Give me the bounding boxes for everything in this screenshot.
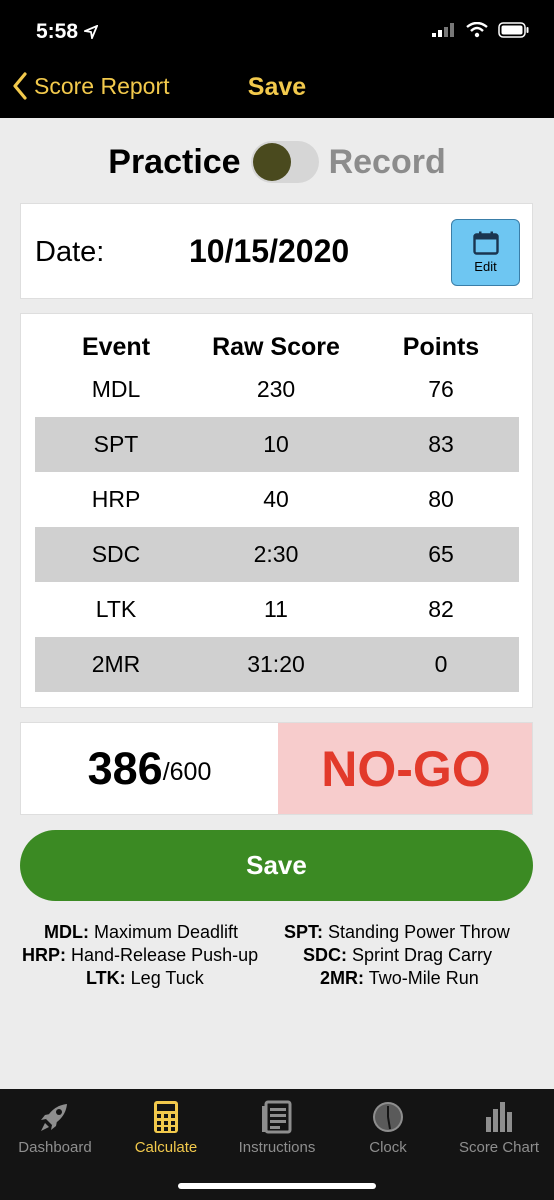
edit-label: Edit [474,259,497,274]
event-cell: HRP [91,486,141,512]
date-card: Date: 10/15/2020 Edit [20,203,533,299]
document-icon [262,1100,292,1134]
battery-icon [498,22,529,38]
points-cell: 80 [428,486,454,512]
raw-score-cell: 10 [263,431,289,457]
points-cell: 65 [428,541,454,567]
legend-name: Leg Tuck [130,968,204,988]
tab-label: Instructions [238,1139,316,1156]
signal-icon [432,23,454,37]
calculator-icon [154,1101,178,1133]
table-row[interactable]: LTK 11 82 [35,582,519,637]
nav-title[interactable]: Save [0,73,554,102]
tab-clock[interactable]: Clock [333,1099,443,1159]
practice-record-toggle[interactable] [250,141,319,183]
header-raw-score: Raw Score [212,332,340,361]
raw-score-cell: 31:20 [247,651,305,677]
record-label: Record [328,142,446,181]
total-card: 386 /600 NO-GO [20,722,533,815]
save-button[interactable]: Save [20,830,533,901]
header-points: Points [402,332,480,361]
legend-abbr: SPT: [284,922,324,942]
table-row[interactable]: 2MR 31:20 0 [35,637,519,692]
legend-abbr: LTK: [86,968,126,988]
legend-item: MDL: Maximum Deadlift [44,922,238,943]
tab-label: Score Chart [458,1139,540,1156]
date-label: Date: [35,236,105,268]
toggle-knob [252,143,291,181]
table-row[interactable]: MDL 230 76 [35,362,519,417]
legend-item: SPT: Standing Power Throw [284,922,510,943]
tab-instructions[interactable]: Instructions [222,1099,332,1159]
tab-dashboard[interactable]: Dashboard [0,1099,110,1159]
legend-abbr: MDL: [44,922,89,942]
event-cell: LTK [95,596,137,622]
table-row[interactable]: HRP 40 80 [35,472,519,527]
raw-score-cell: 230 [256,376,296,402]
score-table: Event Raw Score Points MDL 230 76 SPT 10… [20,313,533,708]
bar-chart-icon [486,1102,512,1132]
total-max: /600 [162,758,212,786]
mode-switch: Practice Record [0,138,554,186]
legend-item: 2MR: Two-Mile Run [320,968,479,989]
legend-abbr: 2MR: [320,968,364,988]
home-indicator[interactable] [178,1183,376,1189]
location-arrow-icon [84,25,99,39]
event-cell: SPT [93,431,139,457]
table-row[interactable]: SDC 2:30 65 [35,527,519,582]
raw-score-cell: 40 [263,486,289,512]
legend-name: Maximum Deadlift [94,922,239,942]
event-cell: SDC [91,541,141,567]
legend-item: LTK: Leg Tuck [86,968,204,989]
raw-score-cell: 11 [264,596,288,622]
header-event: Event [81,332,151,361]
practice-label: Practice [108,142,241,181]
clock-icon [373,1102,403,1132]
points-cell: 83 [428,431,454,457]
result-badge: NO-GO [278,723,532,814]
table-row[interactable]: SPT 10 83 [35,417,519,472]
legend-abbr: SDC: [303,945,347,965]
event-cell: MDL [91,376,141,402]
edit-date-button[interactable]: Edit [451,219,520,286]
total-score: 386 [87,742,163,794]
legend-abbr: HRP: [22,945,66,965]
legend-name: Hand-Release Push-up [71,945,259,965]
tab-label: Dashboard [18,1139,92,1156]
raw-score-cell: 2:30 [253,541,299,567]
calendar-icon [472,231,499,255]
top-bar: 5:58 Score Report Save [0,0,554,118]
legend-item: SDC: Sprint Drag Carry [303,945,492,966]
wifi-icon [466,22,488,38]
total-score-box: 386 /600 [21,723,278,814]
status-icons [432,22,530,38]
legend-item: HRP: Hand-Release Push-up [22,945,258,966]
date-value: 10/15/2020 [189,233,350,269]
tab-calculate[interactable]: Calculate [111,1099,221,1159]
time-text: 5:58 [36,20,79,43]
legend-name: Sprint Drag Carry [352,945,493,965]
points-cell: 76 [428,376,454,402]
rocket-icon [41,1104,67,1131]
legend-name: Standing Power Throw [328,922,510,942]
tab-label: Clock [369,1139,407,1156]
points-cell: 82 [428,596,454,622]
status-time: 5:58 [36,20,99,44]
tab-label: Calculate [134,1139,198,1156]
event-cell: 2MR [91,651,141,677]
tab-score-chart[interactable]: Score Chart [444,1099,554,1159]
points-cell: 0 [434,651,448,677]
legend-name: Two-Mile Run [368,968,479,988]
table-header: Event Raw Score Points [21,331,532,363]
